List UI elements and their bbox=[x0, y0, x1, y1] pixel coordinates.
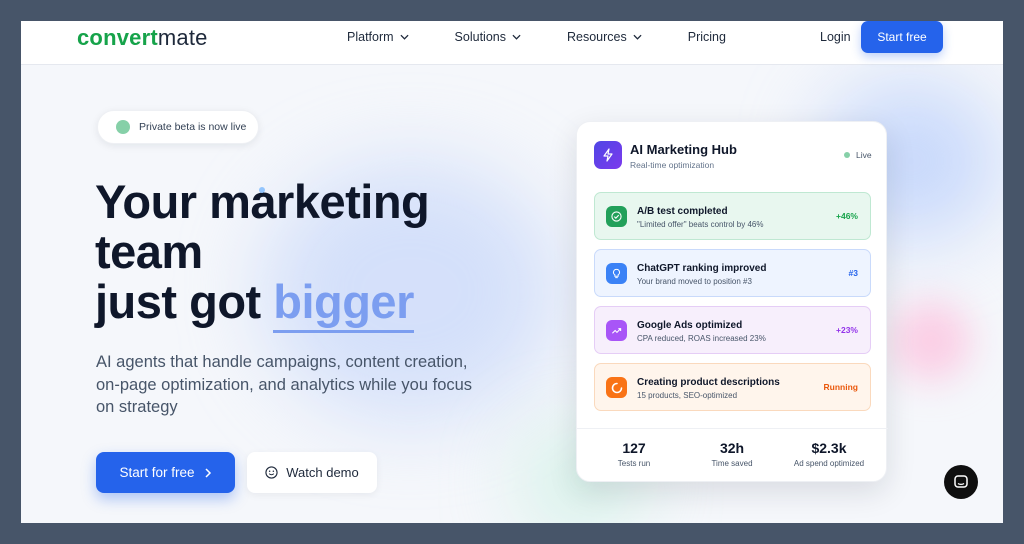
stat-label: Ad spend optimized bbox=[793, 459, 865, 468]
activity-desc: CPA reduced, ROAS increased 23% bbox=[637, 334, 766, 343]
background-glow bbox=[891, 301, 971, 381]
activity-title: A/B test completed bbox=[637, 206, 728, 217]
nav-solutions-label: Solutions bbox=[454, 30, 506, 44]
ai-marketing-hub-card: AI Marketing Hub Real-time optimization … bbox=[576, 121, 888, 482]
live-dot bbox=[844, 152, 850, 158]
status-dot bbox=[116, 120, 130, 134]
spinner-icon bbox=[606, 377, 627, 398]
activity-desc: "Limited offer" beats control by 46% bbox=[637, 220, 764, 229]
stat-tests-run: 127 Tests run bbox=[584, 440, 684, 468]
nav-resources-label: Resources bbox=[566, 30, 627, 44]
nav-pricing-label: Pricing bbox=[687, 30, 726, 44]
top-nav: convertmate Platform Solutions Resources… bbox=[21, 21, 1003, 65]
activity-item: Google Ads optimized CPA reduced, ROAS i… bbox=[594, 306, 871, 354]
headline-accent: bigger bbox=[273, 275, 414, 333]
chat-icon bbox=[954, 475, 968, 488]
nav-solutions[interactable]: Solutions bbox=[455, 30, 521, 44]
activity-desc: 15 products, SEO-optimized bbox=[637, 391, 738, 400]
sparkle-dot bbox=[259, 187, 265, 193]
activity-value: #3 bbox=[848, 268, 858, 278]
hero-headline: Your marketing team just got bigger bbox=[95, 175, 430, 333]
headline-line-3-text: just got bbox=[95, 275, 274, 328]
headline-line-2: team bbox=[95, 225, 203, 278]
start-free-button[interactable]: Start free bbox=[861, 21, 943, 53]
stat-time-saved: 32h Time saved bbox=[682, 440, 782, 468]
logo-highlight: convert bbox=[77, 25, 158, 50]
activity-title: ChatGPT ranking improved bbox=[637, 263, 767, 274]
start-for-free-label: Start for free bbox=[119, 465, 195, 480]
nav-pricing[interactable]: Pricing bbox=[688, 30, 726, 44]
page-frame: convertmate Platform Solutions Resources… bbox=[21, 21, 1003, 523]
chevron-right-icon bbox=[204, 467, 211, 478]
activity-title: Google Ads optimized bbox=[637, 320, 743, 331]
activity-item: Creating product descriptions 15 product… bbox=[594, 363, 871, 411]
headline-line-1: Your marketing bbox=[95, 175, 430, 228]
activity-item: ChatGPT ranking improved Your brand move… bbox=[594, 249, 871, 297]
watch-demo-button[interactable]: Watch demo bbox=[247, 452, 377, 493]
nav-platform[interactable]: Platform bbox=[347, 30, 409, 44]
card-divider bbox=[577, 428, 888, 429]
chevron-down-icon bbox=[512, 34, 521, 40]
login-link[interactable]: Login bbox=[820, 30, 851, 44]
live-label: Live bbox=[856, 150, 872, 160]
nav-resources[interactable]: Resources bbox=[567, 30, 642, 44]
chevron-down-icon bbox=[400, 34, 409, 40]
chevron-down-icon bbox=[633, 34, 642, 40]
hero-subtext: AI agents that handle campaigns, content… bbox=[96, 353, 473, 416]
logo-rest: mate bbox=[157, 25, 208, 50]
start-for-free-button[interactable]: Start for free bbox=[96, 452, 235, 493]
live-status: Live bbox=[844, 150, 872, 160]
beta-badge: Private beta is now live bbox=[97, 110, 259, 144]
stat-value: 127 bbox=[622, 440, 646, 456]
activity-value: +46% bbox=[836, 211, 858, 221]
activity-title: Creating product descriptions bbox=[637, 377, 780, 388]
activity-value: Running bbox=[823, 382, 858, 392]
logo[interactable]: convertmate bbox=[77, 25, 208, 51]
activity-value: +23% bbox=[836, 325, 858, 335]
lightning-icon bbox=[594, 141, 622, 169]
stat-label: Time saved bbox=[711, 459, 753, 468]
card-title: AI Marketing Hub bbox=[630, 142, 737, 157]
check-circle-icon bbox=[606, 206, 627, 227]
watch-demo-label: Watch demo bbox=[286, 465, 359, 480]
stat-label: Tests run bbox=[617, 459, 651, 468]
stat-value: 32h bbox=[719, 440, 745, 456]
smile-icon bbox=[265, 466, 278, 479]
stat-ad-spend: $2.3k Ad spend optimized bbox=[779, 440, 879, 468]
activity-desc: Your brand moved to position #3 bbox=[637, 277, 752, 286]
chat-launcher-button[interactable] bbox=[944, 465, 978, 499]
trending-up-icon bbox=[606, 320, 627, 341]
stat-value: $2.3k bbox=[811, 440, 847, 456]
headline-line-3: just got bigger bbox=[95, 275, 429, 333]
card-subtitle: Real-time optimization bbox=[630, 160, 715, 170]
activity-item: A/B test completed "Limited offer" beats… bbox=[594, 192, 871, 240]
lightbulb-icon bbox=[606, 263, 627, 284]
nav-links: Platform Solutions Resources Pricing bbox=[347, 30, 772, 44]
nav-platform-label: Platform bbox=[347, 30, 394, 44]
beta-badge-text: Private beta is now live bbox=[139, 121, 247, 133]
